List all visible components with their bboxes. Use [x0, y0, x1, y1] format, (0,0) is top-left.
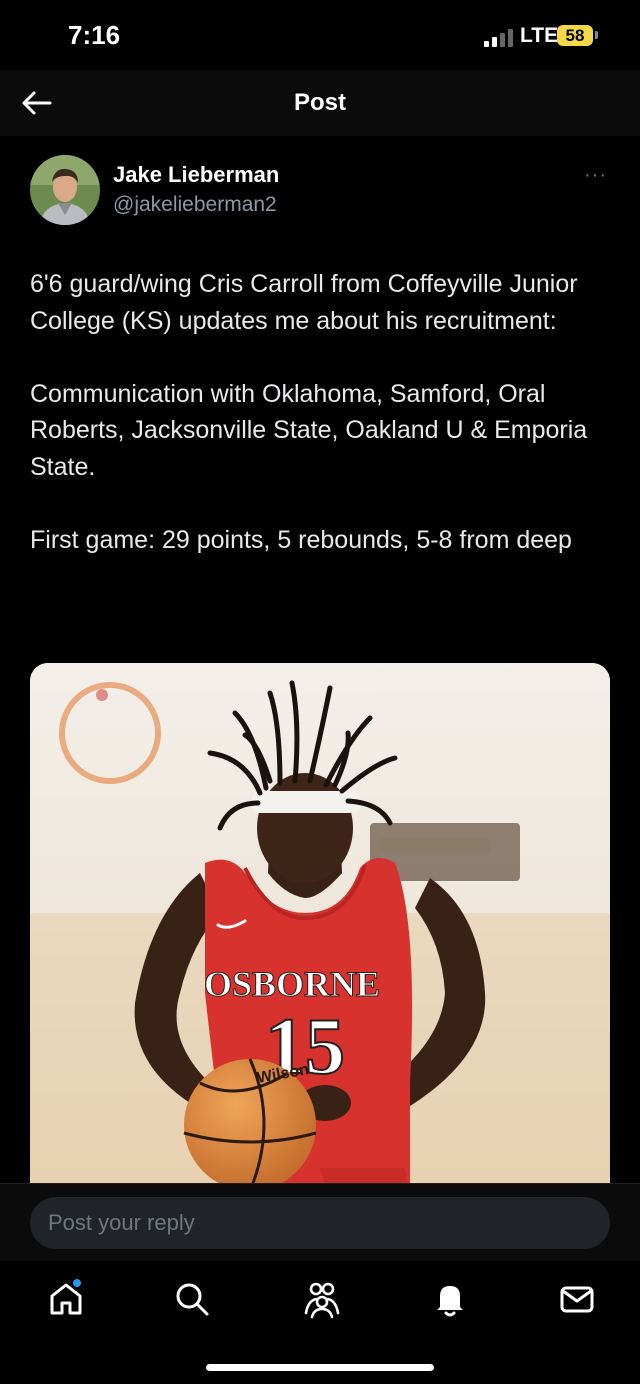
- reply-input[interactable]: Post your reply: [30, 1197, 610, 1249]
- page-title: Post: [293, 89, 346, 116]
- status-bar: 7:16 LTE 58: [0, 0, 640, 70]
- home-icon[interactable]: [46, 1279, 86, 1319]
- notifications-icon[interactable]: [430, 1279, 470, 1319]
- messages-icon[interactable]: [557, 1279, 597, 1319]
- search-icon[interactable]: [172, 1279, 212, 1319]
- signal-icon: [484, 27, 514, 47]
- status-time: 7:16: [68, 20, 121, 50]
- post-paragraph: 6'6 guard/wing Cris Carroll from Coffeyv…: [30, 270, 578, 335]
- home-indicator: [206, 1364, 434, 1371]
- reply-bar: Post your reply: [0, 1183, 640, 1262]
- more-options-icon[interactable]: ···: [584, 164, 607, 187]
- battery-icon: 58: [557, 25, 593, 46]
- author-handle[interactable]: @jakelieberman2: [113, 193, 277, 217]
- avatar[interactable]: [30, 155, 100, 225]
- communities-icon[interactable]: [302, 1279, 342, 1319]
- post-media-image[interactable]: OSBORNE 15 Wilson: [30, 663, 610, 1203]
- post-text: 6'6 guard/wing Cris Carroll from Coffeyv…: [30, 266, 610, 558]
- post-paragraph: Communication with Oklahoma, Samford, Or…: [30, 379, 588, 481]
- author-name[interactable]: Jake Lieberman: [113, 162, 279, 188]
- battery-tip: [595, 31, 598, 39]
- jersey-text: OSBORNE: [204, 964, 380, 1004]
- post-header: Post: [0, 70, 640, 136]
- post-paragraph: First game: 29 points, 5 rebounds, 5-8 f…: [30, 525, 572, 554]
- network-label: LTE: [520, 24, 559, 47]
